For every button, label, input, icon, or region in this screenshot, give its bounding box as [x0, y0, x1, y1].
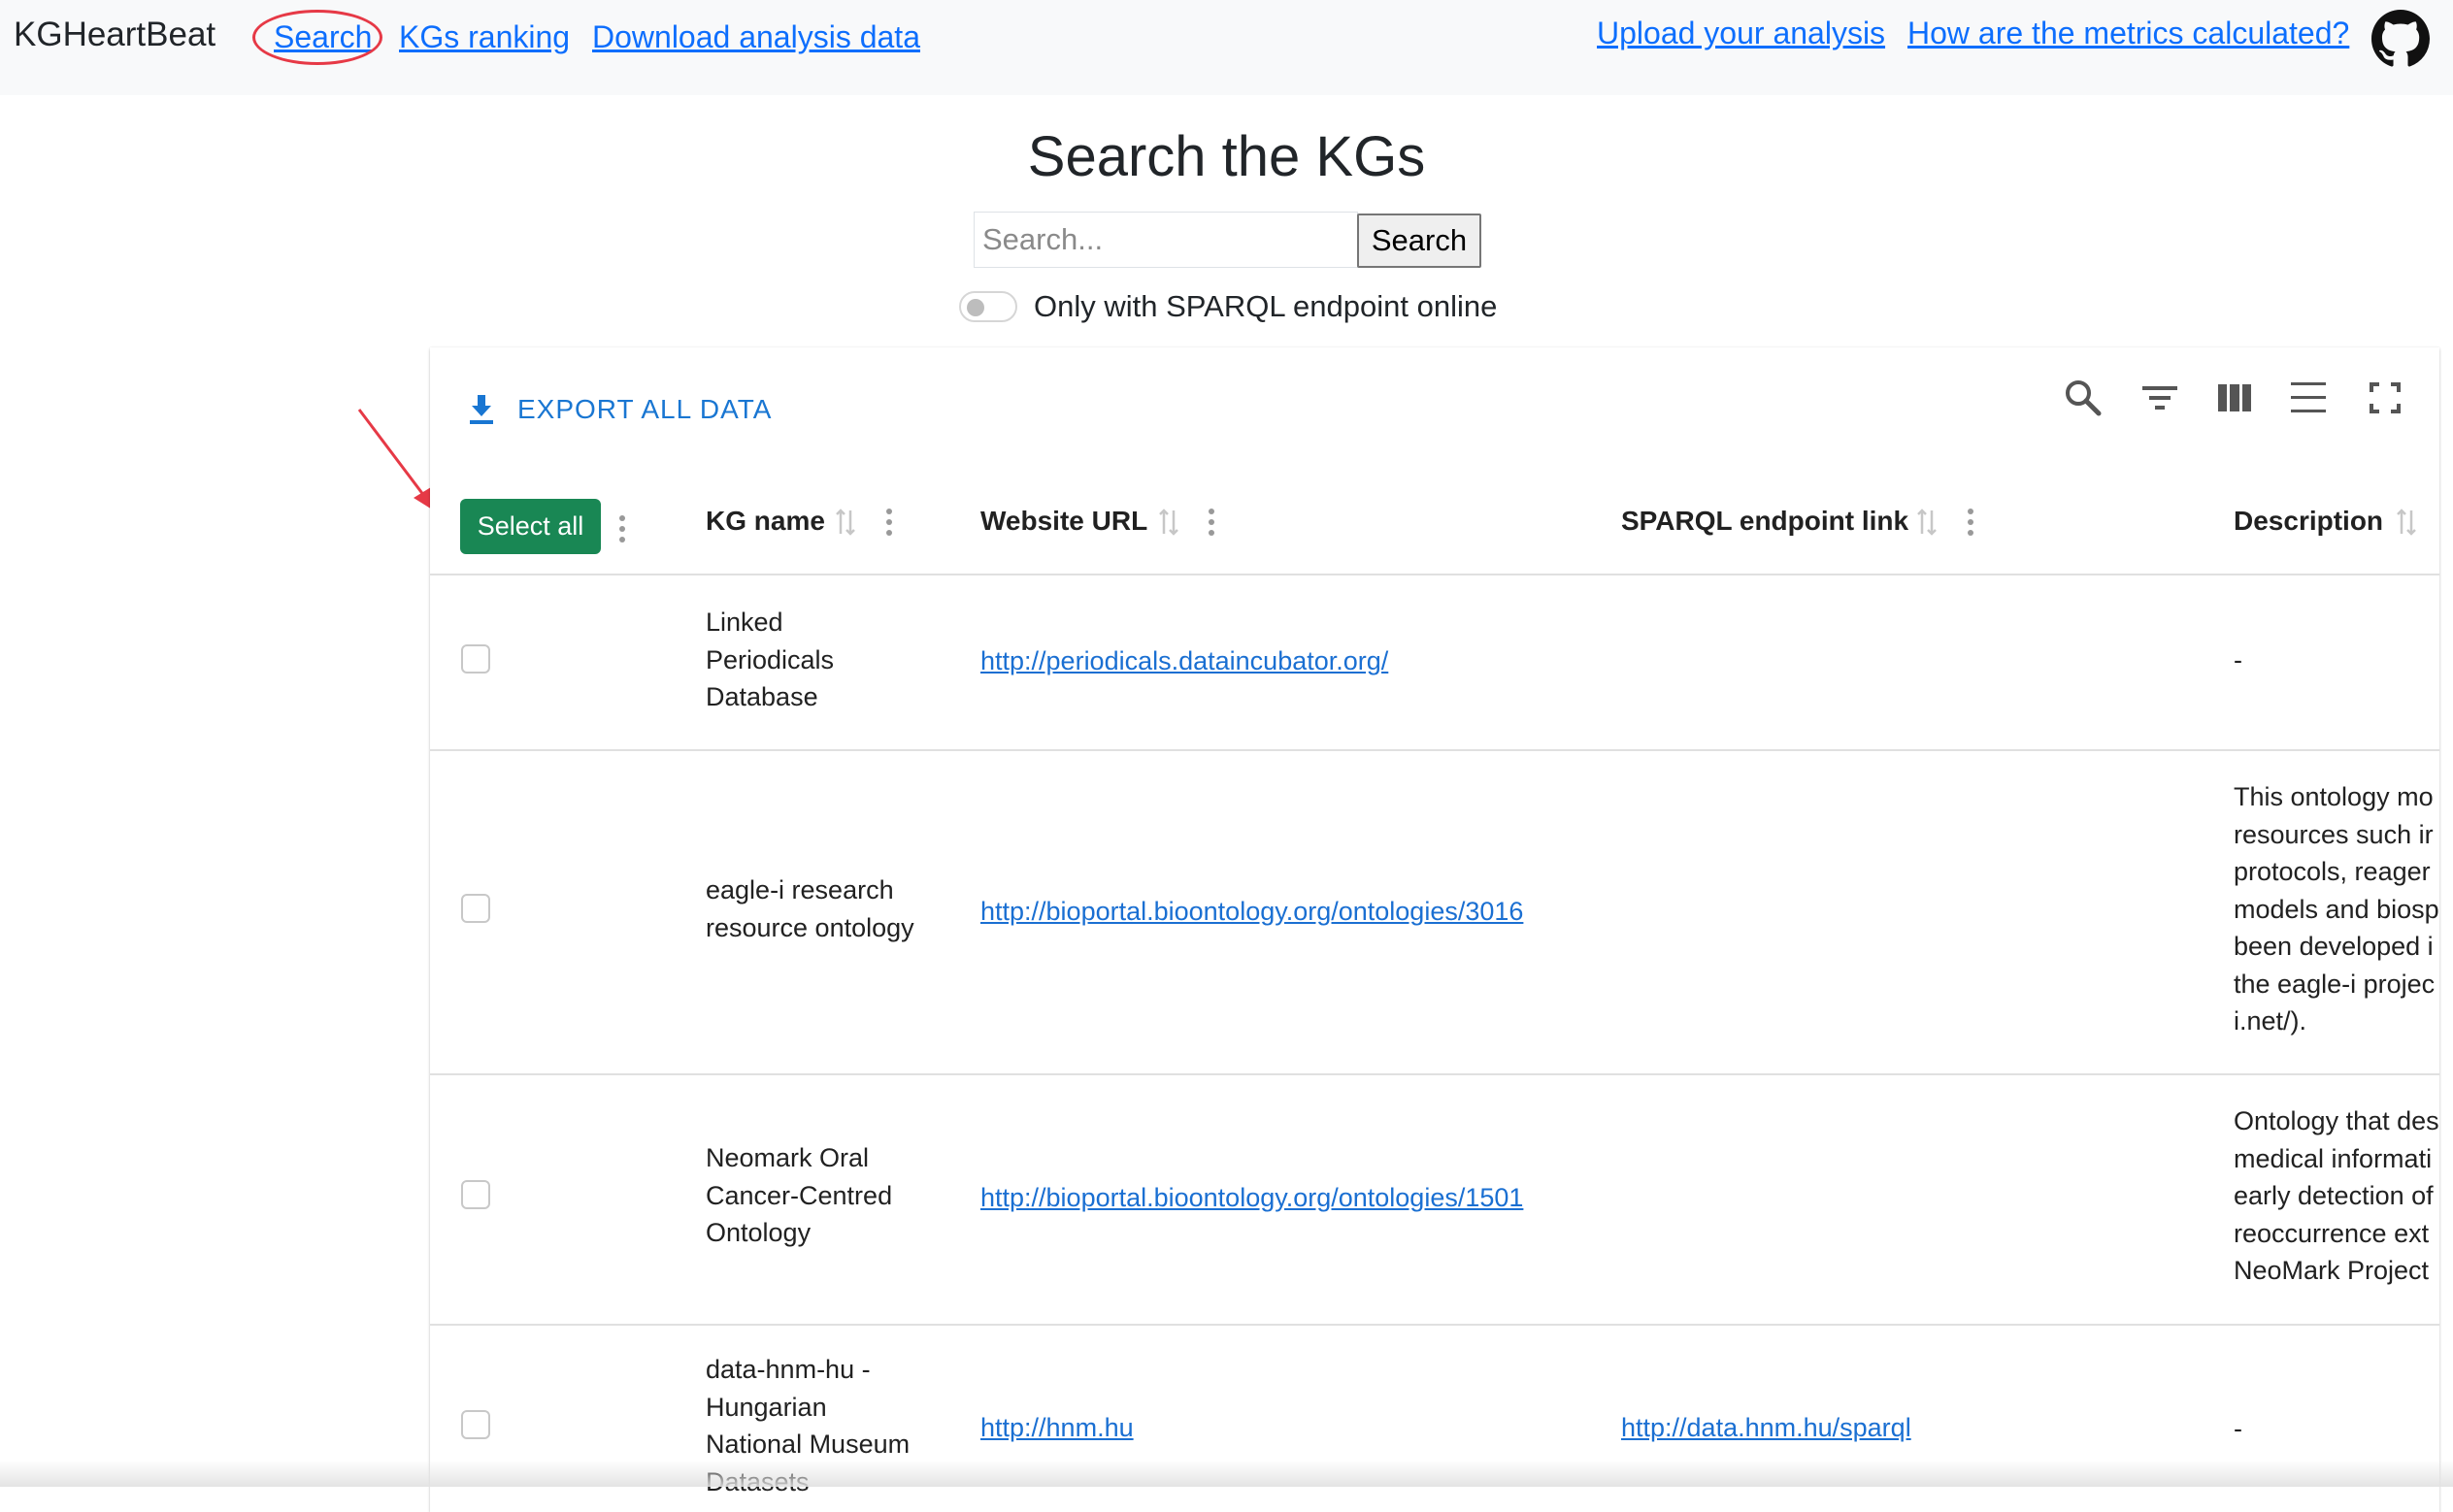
page-title: Search the KGs	[1027, 125, 1426, 188]
select-all-button[interactable]: Select all	[460, 499, 601, 554]
kg-name-cell: Linked Periodicals Database	[706, 608, 835, 711]
nav-link-upload-analysis[interactable]: Upload your analysis	[1597, 16, 1885, 51]
export-all-data-label: EXPORT ALL DATA	[517, 394, 773, 424]
export-all-data-button[interactable]: EXPORT ALL DATA	[469, 394, 772, 425]
nav-link-download-analysis-data[interactable]: Download analysis data	[592, 19, 920, 55]
fullscreen-icon[interactable]	[2364, 377, 2406, 419]
nav-link-metrics-calculation[interactable]: How are the metrics calculated?	[1907, 16, 2349, 51]
row-divider	[430, 574, 2439, 575]
description-cell: This ontology mo resources such ir proto…	[2234, 782, 2439, 1035]
nav-link-kgs-ranking[interactable]: KGs ranking	[399, 19, 570, 55]
download-icon	[470, 395, 493, 424]
sort-icon[interactable]	[1157, 507, 1180, 538]
row-divider	[430, 1073, 2439, 1075]
sparql-online-toggle-label: Only with SPARQL endpoint online	[1034, 289, 1498, 323]
column-menu-icon[interactable]	[1968, 508, 1973, 537]
highlight-circle-annotation	[252, 10, 382, 65]
row-divider	[430, 749, 2439, 751]
website-url-link[interactable]: http://bioportal.bioontology.org/ontolog…	[980, 1183, 1523, 1213]
density-icon[interactable]	[2287, 377, 2330, 419]
column-menu-icon[interactable]	[886, 508, 892, 537]
kg-name-cell: eagle-i research resource ontology	[706, 875, 914, 942]
kg-table: EXPORT ALL DATA Select all KG name Websi…	[430, 347, 2439, 1512]
columns-icon[interactable]	[2213, 377, 2256, 419]
github-icon[interactable]	[2371, 10, 2430, 68]
bottom-edge-shadow	[0, 1461, 2453, 1487]
search-input[interactable]	[974, 212, 1358, 268]
description-cell: -	[2234, 645, 2242, 674]
column-header-website-url[interactable]: Website URL	[980, 506, 1147, 537]
column-header-description[interactable]: Description	[2234, 506, 2383, 537]
sparql-online-toggle[interactable]	[959, 291, 1017, 322]
search-icon[interactable]	[2062, 377, 2105, 419]
sparql-endpoint-link[interactable]: http://data.hnm.hu/sparql	[1621, 1413, 1911, 1443]
filter-icon[interactable]	[2138, 377, 2181, 419]
website-url-link[interactable]: http://bioportal.bioontology.org/ontolog…	[980, 897, 1523, 927]
row-checkbox[interactable]	[461, 644, 490, 674]
kg-name-cell: Neomark Oral Cancer-Centred Ontology	[706, 1143, 893, 1247]
column-menu-icon[interactable]	[1209, 508, 1214, 537]
row-checkbox[interactable]	[461, 1180, 490, 1209]
navbar: KGHeartBeat Search KGs ranking Download …	[0, 0, 2453, 95]
sort-icon[interactable]	[834, 507, 857, 538]
column-menu-icon[interactable]	[619, 514, 625, 543]
description-cell: Ontology that des medical informati earl…	[2234, 1106, 2439, 1285]
description-cell: -	[2234, 1414, 2242, 1443]
search-button[interactable]: Search	[1357, 214, 1481, 268]
row-checkbox[interactable]	[461, 1410, 490, 1439]
column-header-sparql-endpoint[interactable]: SPARQL endpoint link	[1621, 506, 1908, 537]
column-header-kg-name[interactable]: KG name	[706, 506, 825, 537]
brand[interactable]: KGHeartBeat	[14, 16, 215, 54]
website-url-link[interactable]: http://periodicals.dataincubator.org/	[980, 646, 1388, 676]
website-url-link[interactable]: http://hnm.hu	[980, 1413, 1134, 1443]
sort-icon[interactable]	[2395, 507, 2418, 538]
toggle-knob	[967, 299, 984, 316]
row-checkbox[interactable]	[461, 894, 490, 923]
row-divider	[430, 1324, 2439, 1326]
sort-icon[interactable]	[1915, 507, 1939, 538]
